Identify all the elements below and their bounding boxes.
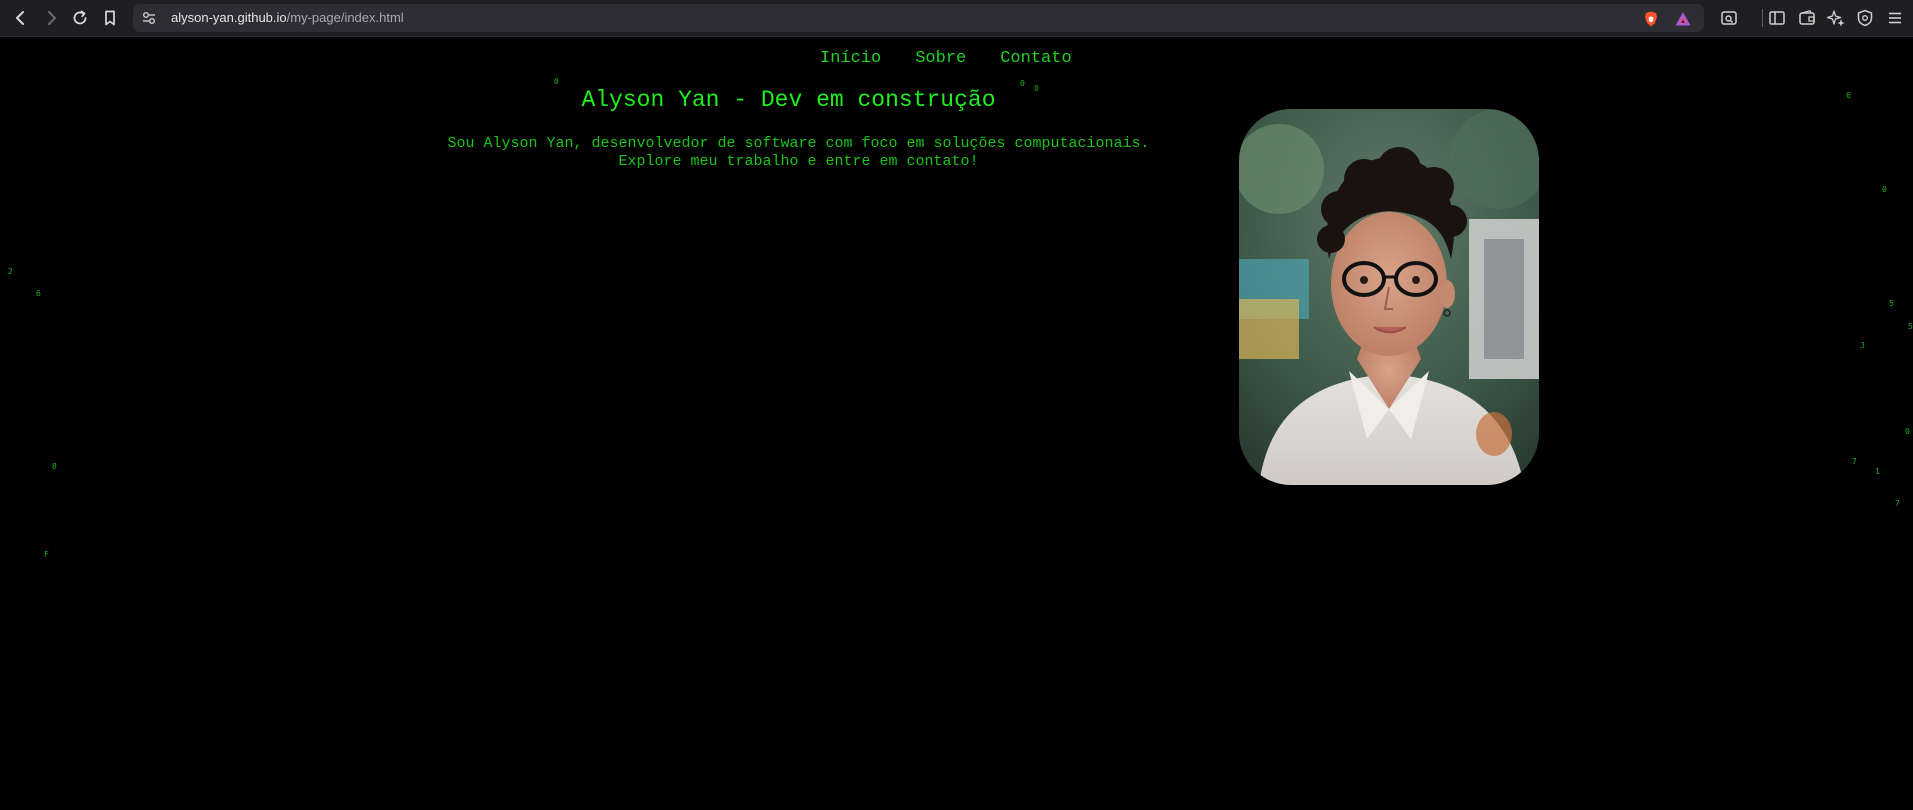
address-bar[interactable]: alyson-yan.github.io/my-page/index.html: [133, 4, 1763, 32]
vpn-icon[interactable]: [1855, 8, 1875, 28]
nav-link-contato[interactable]: Contato: [1000, 49, 1071, 68]
forward-icon[interactable]: [39, 6, 63, 30]
matrix-char: 5: [1908, 322, 1913, 331]
matrix-char: 8: [52, 462, 57, 471]
matrix-char: 2: [8, 267, 13, 276]
matrix-char: 0: [1882, 185, 1887, 194]
back-icon[interactable]: [9, 6, 33, 30]
matrix-char: 7: [1852, 457, 1857, 466]
nav-link-inicio[interactable]: Início: [820, 49, 881, 68]
sidebar-icon[interactable]: [1767, 8, 1787, 28]
matrix-char: 0: [1905, 427, 1910, 436]
matrix-char: 0: [554, 77, 559, 86]
matrix-char: 1: [1875, 467, 1880, 476]
brave-shield-icon[interactable]: [1642, 10, 1660, 28]
leo-ai-icon[interactable]: [1826, 8, 1846, 28]
browser-toolbar: alyson-yan.github.io/my-page/index.html: [0, 0, 1913, 37]
url-text[interactable]: alyson-yan.github.io/my-page/index.html: [171, 10, 404, 25]
matrix-char: J: [1860, 341, 1865, 350]
nav-link-sobre[interactable]: Sobre: [915, 49, 966, 68]
profile-photo: [1239, 109, 1539, 485]
matrix-char: 6: [36, 289, 41, 298]
matrix-char: 6: [1846, 91, 1851, 100]
page-content: 0 0 0 6 0 2 6 5 8 F J 0 7 1 7 5 Início S…: [0, 37, 1913, 810]
brave-rewards-icon[interactable]: [1674, 10, 1692, 28]
matrix-char: F: [44, 550, 49, 559]
menu-icon[interactable]: [1885, 8, 1905, 28]
matrix-char: 7: [1895, 499, 1900, 508]
reload-icon[interactable]: [68, 6, 92, 30]
screenshot-icon[interactable]: [1719, 8, 1739, 28]
bookmark-icon[interactable]: [98, 6, 122, 30]
url-divider: [1762, 9, 1763, 27]
matrix-char: 5: [1889, 299, 1894, 308]
site-settings-icon[interactable]: [141, 10, 157, 26]
url-host: alyson-yan.github.io: [171, 10, 287, 25]
url-path: /my-page/index.html: [286, 10, 404, 25]
wallet-icon[interactable]: [1797, 8, 1817, 28]
